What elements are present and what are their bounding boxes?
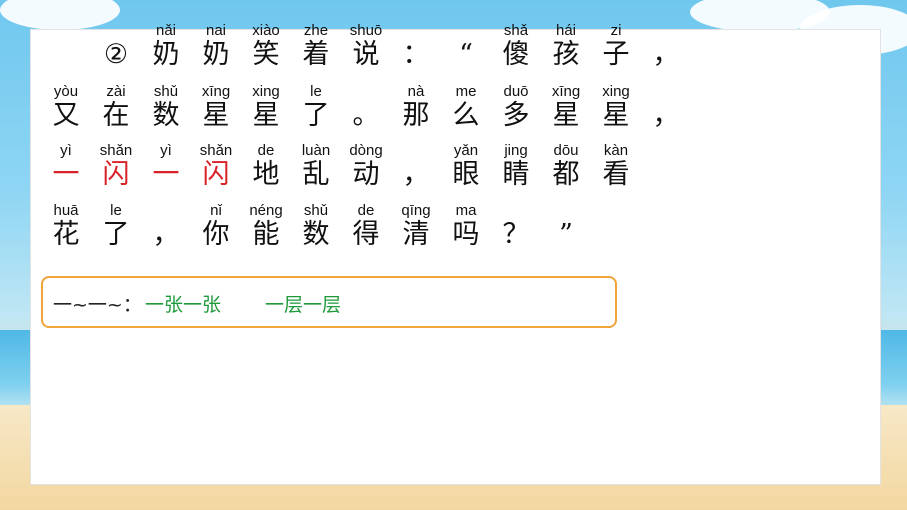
hanzi-character: 又	[52, 100, 80, 131]
hanzi-character: 星	[552, 100, 580, 131]
hanzi-character: 都	[552, 159, 580, 190]
hanzi-character: 么	[452, 100, 480, 131]
pattern-example-1: 一张一张	[145, 294, 222, 316]
hanzi-character: 睛	[502, 159, 530, 190]
hanzi-character: 星	[252, 100, 280, 131]
hanzi-character: 孩	[552, 39, 580, 70]
hanzi-character: 吗	[452, 219, 480, 250]
pattern-example-2: 一层一层	[265, 294, 342, 316]
hanzi-character: 闪	[202, 159, 230, 190]
hanzi-character: 。	[352, 100, 380, 131]
hanzi-character: ②	[103, 39, 129, 70]
hanzi-character: 数	[302, 219, 330, 250]
hanzi-character: 你	[202, 219, 230, 250]
hanzi-character: ，	[152, 219, 180, 250]
hanzi-character: ：	[402, 39, 430, 70]
hanzi-character: 了	[102, 219, 130, 250]
hanzi-character: 一	[152, 159, 180, 190]
hanzi-character: 笑	[252, 39, 280, 70]
hanzi-character: 眼	[452, 159, 480, 190]
hanzi-character: ，	[652, 100, 680, 131]
hanzi-character: 子	[602, 39, 630, 70]
pattern-tip-box: 一~一~： 一张一张 一层一层	[41, 276, 617, 328]
hanzi-character: 星	[202, 100, 230, 131]
hanzi-character: 闪	[102, 159, 130, 190]
hanzi-character: 那	[402, 100, 430, 131]
hanzi-character: 花	[52, 219, 80, 250]
hanzi-character: 奶	[202, 39, 230, 70]
hanzi-character: ？	[502, 219, 530, 250]
hanzi-character: 动	[352, 159, 380, 190]
pattern-label: 一~一~：	[53, 294, 142, 316]
hanzi-character: 数	[152, 100, 180, 131]
hanzi-character: ”	[559, 219, 573, 250]
hanzi-character: 能	[252, 219, 280, 250]
hanzi-character: 地	[252, 159, 280, 190]
hanzi-character: 说	[352, 39, 380, 70]
hanzi-character: 着	[302, 39, 330, 70]
hanzi-character: 奶	[152, 39, 180, 70]
hanzi-character: 星	[602, 100, 630, 131]
hanzi-character: 乱	[302, 159, 330, 190]
hanzi-character: ，	[652, 39, 680, 70]
content-panel: ② nǎi 奶 nai 奶 xiào 笑 zhe 着 shuō 说： “shǎ 傻 hái 孩 zi 子， yò…	[30, 22, 881, 485]
hanzi-character: 在	[102, 100, 130, 131]
hanzi-character: 看	[602, 159, 630, 190]
hanzi-character: ，	[402, 159, 430, 190]
hanzi-character: 得	[352, 219, 380, 250]
hanzi-character: 了	[302, 100, 330, 131]
hanzi-character: “	[459, 39, 473, 70]
hanzi-character: 傻	[502, 39, 530, 70]
hanzi-character: 一	[52, 159, 80, 190]
hanzi-character: 多	[502, 100, 530, 131]
hanzi-character: 清	[402, 219, 430, 250]
